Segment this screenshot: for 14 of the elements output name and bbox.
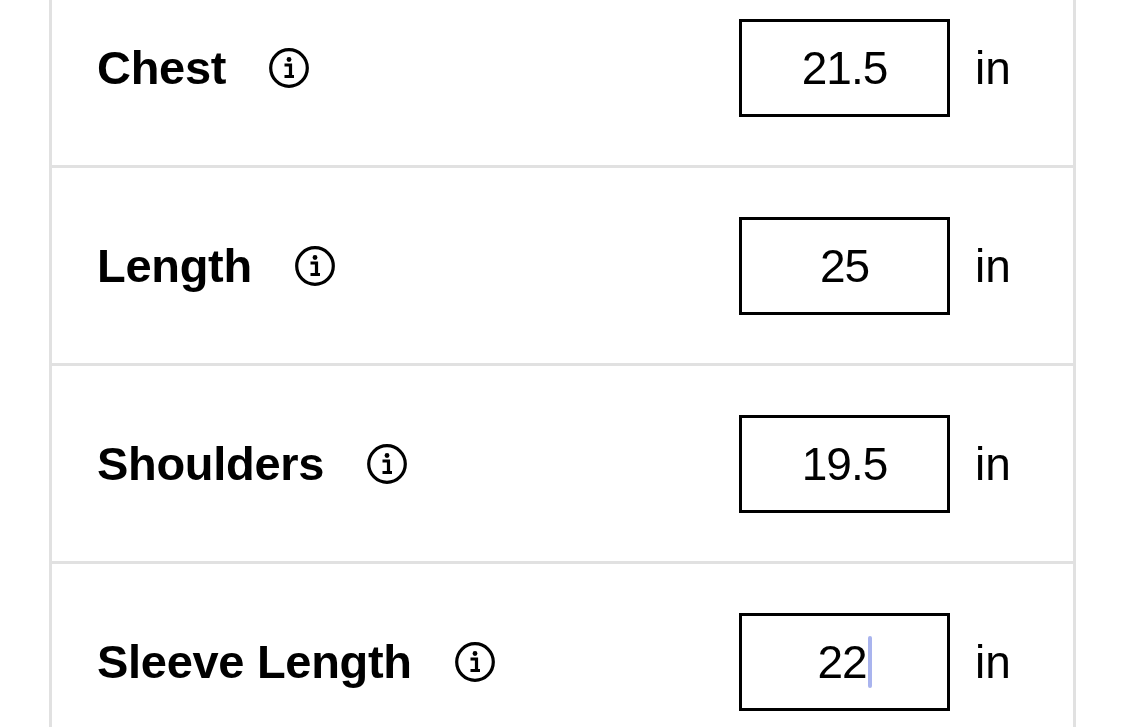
measurement-input[interactable]: 25 (739, 216, 950, 315)
measurement-input[interactable]: 22 (739, 612, 950, 711)
info-icon[interactable] (294, 245, 335, 286)
measurement-label: Chest (97, 44, 227, 91)
info-icon[interactable] (367, 443, 408, 484)
unit-label: in (975, 242, 1012, 289)
measurement-input[interactable]: 21.5 (739, 18, 950, 117)
unit-label: in (975, 638, 1012, 685)
info-icon[interactable] (454, 641, 495, 682)
measurement-input[interactable]: 19.5 (739, 414, 950, 513)
unit-label: in (975, 440, 1012, 487)
measurement-label: Shoulders (97, 440, 325, 487)
info-icon[interactable] (269, 47, 310, 88)
unit-label: in (975, 44, 1012, 91)
